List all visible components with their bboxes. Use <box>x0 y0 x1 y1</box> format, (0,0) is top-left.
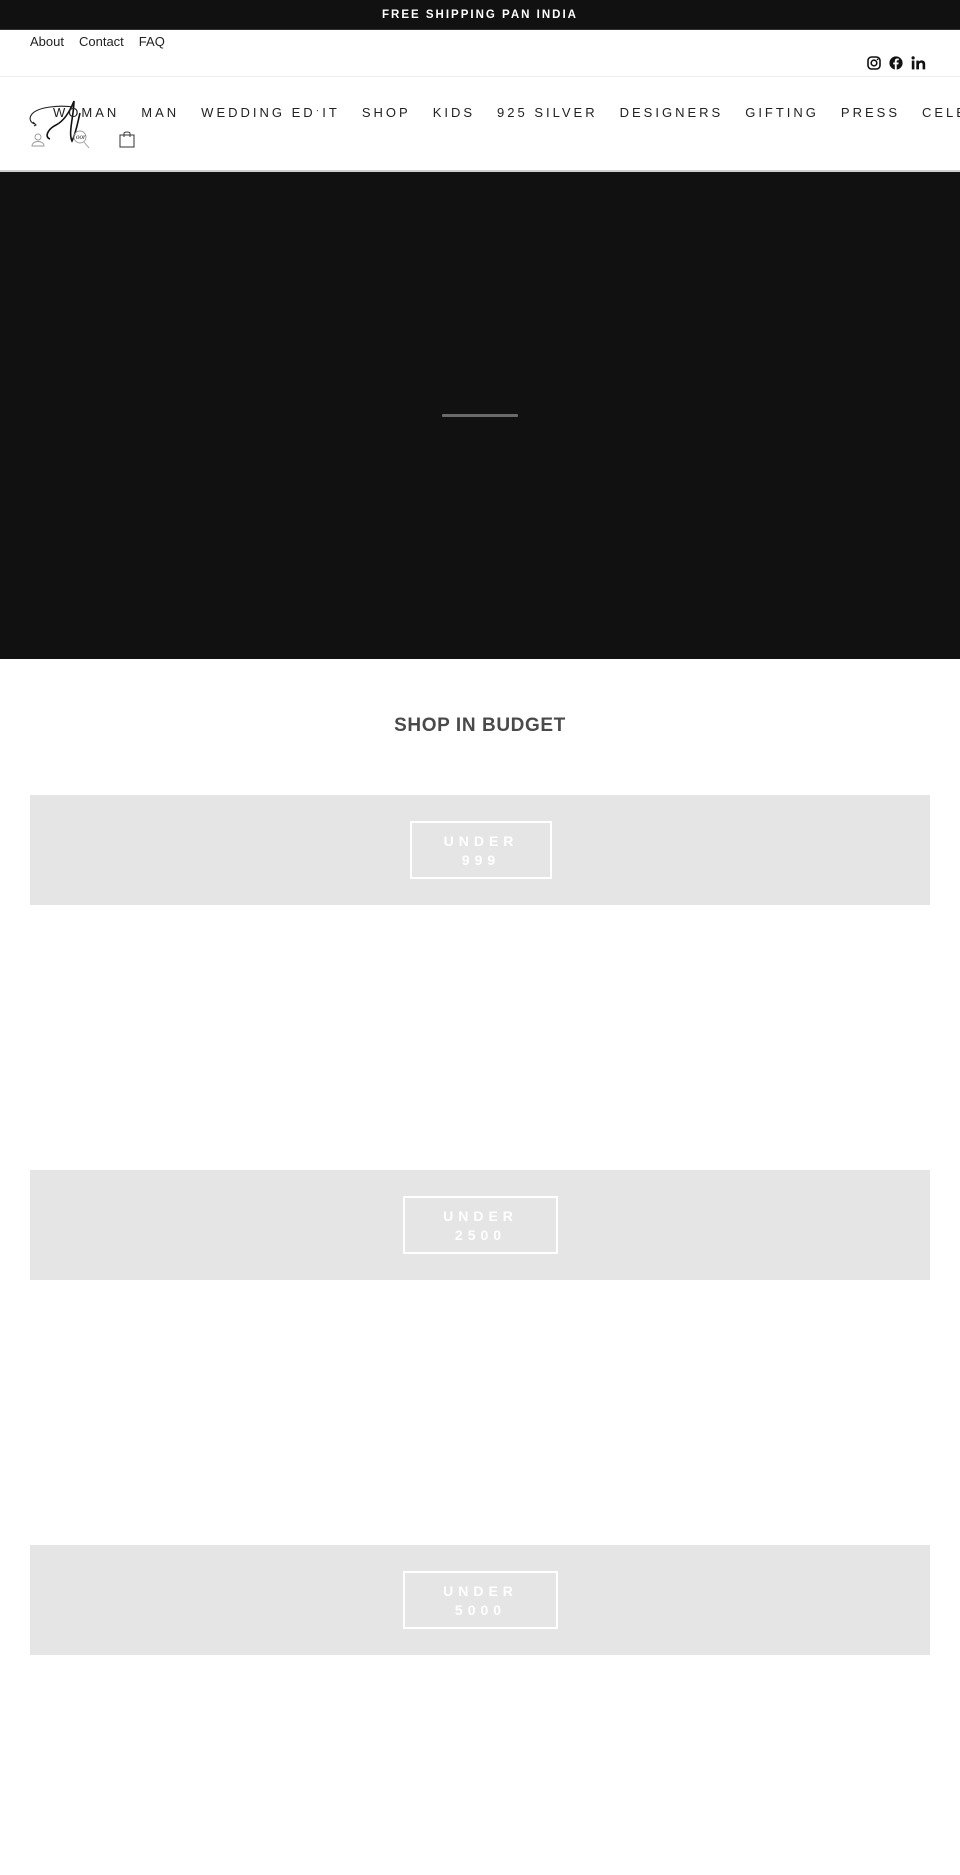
nav-press[interactable]: PRESS <box>841 105 900 120</box>
button-line-2: 2500 <box>454 1227 507 1243</box>
nav-celeb-style[interactable]: CELEB STYLE <box>922 105 960 120</box>
button-line-1: UNDER <box>443 1208 518 1224</box>
main-nav: WOMAN MAN WEDDING EDˑIT SHOP KIDS 925 SI… <box>53 105 960 120</box>
announcement-bar: FREE SHIPPING PAN INDIA <box>0 0 960 30</box>
nav-wedding-edit[interactable]: WEDDING EDˑIT <box>201 105 340 120</box>
nav-man[interactable]: MAN <box>141 105 179 120</box>
shopping-bag-icon <box>119 131 135 152</box>
about-link[interactable]: About <box>30 34 64 49</box>
nav-gifting[interactable]: GIFTING <box>745 105 819 120</box>
budget-card-2500[interactable]: UNDER 2500 <box>30 1170 930 1280</box>
budget-card-5000[interactable]: UNDER 5000 <box>30 1545 930 1655</box>
under-2500-button[interactable]: UNDER 2500 <box>403 1196 558 1254</box>
linkedin-icon[interactable] <box>911 56 926 70</box>
instagram-icon[interactable] <box>867 56 881 70</box>
button-line-1: UNDER <box>443 833 519 849</box>
contact-link[interactable]: Contact <box>79 34 124 49</box>
nav-shop[interactable]: SHOP <box>362 105 411 120</box>
under-5000-button[interactable]: UNDER 5000 <box>403 1571 558 1629</box>
nav-kids[interactable]: KIDS <box>433 105 475 120</box>
under-999-button[interactable]: UNDER 999 <box>410 821 552 879</box>
nav-925-silver[interactable]: 925 SILVER <box>497 105 598 120</box>
button-line-2: 5000 <box>454 1602 507 1618</box>
section-title: SHOP IN BUDGET <box>394 715 566 736</box>
hero-banner[interactable] <box>0 172 960 659</box>
nav-woman[interactable]: WOMAN <box>53 105 119 120</box>
svg-text:oor: oor <box>76 133 86 141</box>
announcement-text: FREE SHIPPING PAN INDIA <box>382 9 578 21</box>
button-line-2: 999 <box>461 852 501 868</box>
cart-button[interactable] <box>119 130 135 153</box>
nav-designers[interactable]: DESIGNERS <box>620 105 724 120</box>
button-line-1: UNDER <box>443 1583 518 1599</box>
budget-card-999[interactable]: UNDER 999 <box>30 795 930 905</box>
header-divider <box>0 76 960 77</box>
facebook-icon[interactable] <box>889 56 903 70</box>
loading-bar <box>442 414 518 417</box>
social-links <box>867 56 926 70</box>
top-links: About Contact FAQ <box>30 34 165 49</box>
faq-link[interactable]: FAQ <box>139 34 165 49</box>
